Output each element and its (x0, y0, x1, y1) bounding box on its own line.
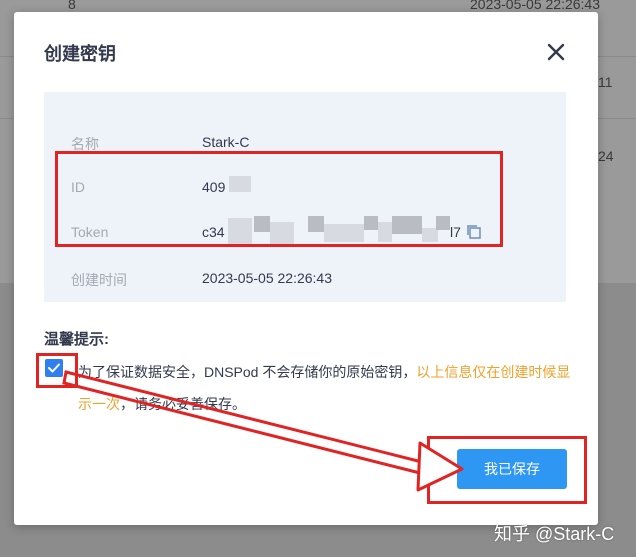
watermark: 知乎 @Stark-C (494, 524, 615, 544)
annotation-arrow (62, 370, 464, 492)
